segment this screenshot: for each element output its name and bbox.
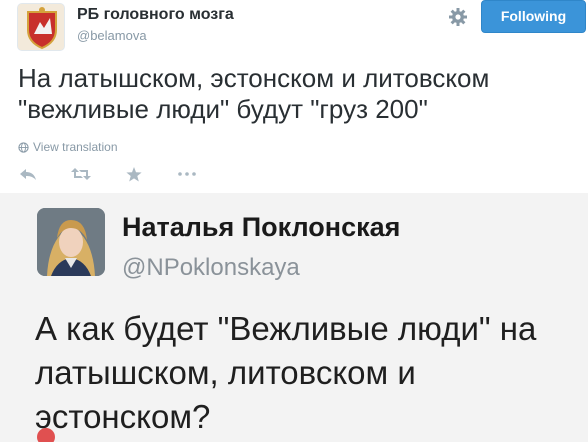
favorite-icon[interactable] (124, 166, 144, 182)
account-name[interactable]: РБ головного мозга (77, 6, 234, 24)
coat-of-arms-icon (18, 4, 64, 50)
account-handle[interactable]: @belamova (77, 28, 147, 43)
tweet-text: На латышском, эстонском и литовском "веж… (18, 63, 490, 124)
gear-icon[interactable] (447, 6, 469, 28)
embedded-handle: @NPoklonskaya (122, 254, 300, 281)
embedded-image[interactable]: Наталья Поклонская @NPoklonskaya А как б… (0, 193, 588, 442)
embedded-name: Наталья Поклонская (122, 212, 401, 242)
view-translation-link[interactable]: View translation (18, 140, 118, 154)
tweet-actions (18, 164, 230, 184)
retweet-icon[interactable] (71, 166, 91, 182)
globe-icon (18, 141, 29, 153)
embedded-avatar (37, 208, 105, 276)
embedded-text: А как будет "Вежливые люди" на латышском… (35, 310, 537, 435)
profile-avatar[interactable] (17, 3, 65, 51)
reply-icon (37, 428, 55, 442)
more-icon[interactable] (177, 166, 197, 182)
following-button[interactable]: Following (481, 0, 586, 33)
view-translation-label: View translation (33, 140, 118, 154)
reply-icon[interactable] (18, 166, 38, 182)
